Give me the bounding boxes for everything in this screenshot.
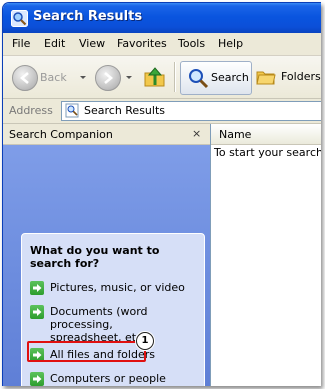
- back-button[interactable]: [12, 65, 38, 91]
- search-button[interactable]: Search: [180, 61, 252, 95]
- results-pane: Name To start your search,: [210, 124, 321, 386]
- column-header-name[interactable]: Name: [211, 124, 321, 145]
- folders-icon: [256, 71, 276, 85]
- back-label[interactable]: Back: [40, 71, 67, 84]
- green-arrow-icon: [30, 372, 44, 386]
- menu-view[interactable]: View: [79, 37, 105, 50]
- menu-help[interactable]: Help: [218, 37, 243, 50]
- column-name-label: Name: [219, 128, 252, 141]
- option-label: Pictures, music, or video: [50, 281, 185, 294]
- callout-number: 1: [136, 332, 154, 350]
- address-label: Address: [9, 104, 53, 117]
- search-question: What do you want to search for?: [30, 244, 160, 270]
- forward-dropdown-icon[interactable]: [126, 76, 132, 79]
- companion-header: Search Companion ×: [3, 124, 210, 145]
- search-label: Search: [211, 71, 249, 84]
- forward-arrow-icon: [104, 72, 114, 84]
- address-bar: Address Search Results: [3, 99, 321, 124]
- back-dropdown-icon[interactable]: [80, 76, 86, 79]
- close-icon[interactable]: ×: [192, 127, 201, 140]
- address-field[interactable]: Search Results: [61, 101, 321, 121]
- up-folder-icon[interactable]: [142, 64, 168, 90]
- search-options-panel: What do you want to search for? Pictures…: [21, 233, 205, 386]
- results-message: To start your search,: [214, 146, 321, 159]
- window-title: Search Results: [33, 9, 143, 24]
- title-bar[interactable]: Search Results: [3, 3, 321, 33]
- toolbar-separator: [174, 62, 176, 92]
- green-arrow-icon: [30, 305, 44, 319]
- forward-button[interactable]: [95, 65, 121, 91]
- back-arrow-icon: [19, 72, 29, 84]
- folders-label: Folders: [281, 70, 321, 83]
- explorer-window: Search Results File Edit View Favorites …: [2, 2, 321, 386]
- menu-file[interactable]: File: [12, 37, 30, 50]
- option-label: Computers or people: [50, 372, 166, 385]
- search-icon: [189, 69, 209, 89]
- menu-bar: File Edit View Favorites Tools Help: [3, 33, 321, 56]
- search-magnifier-icon: [11, 10, 28, 27]
- address-value: Search Results: [84, 104, 166, 117]
- folders-button[interactable]: Folders: [255, 61, 321, 93]
- search-results-icon: [65, 103, 79, 118]
- toolbar: Back Search Folders: [3, 56, 321, 99]
- menu-edit[interactable]: Edit: [44, 37, 65, 50]
- menu-tools[interactable]: Tools: [178, 37, 205, 50]
- highlight-box: [27, 341, 146, 362]
- companion-title: Search Companion: [9, 128, 113, 141]
- green-arrow-icon: [30, 281, 44, 295]
- option-pictures-music-video[interactable]: Pictures, music, or video: [30, 281, 200, 295]
- menu-favorites[interactable]: Favorites: [117, 37, 167, 50]
- option-computers-or-people[interactable]: Computers or people: [30, 372, 200, 386]
